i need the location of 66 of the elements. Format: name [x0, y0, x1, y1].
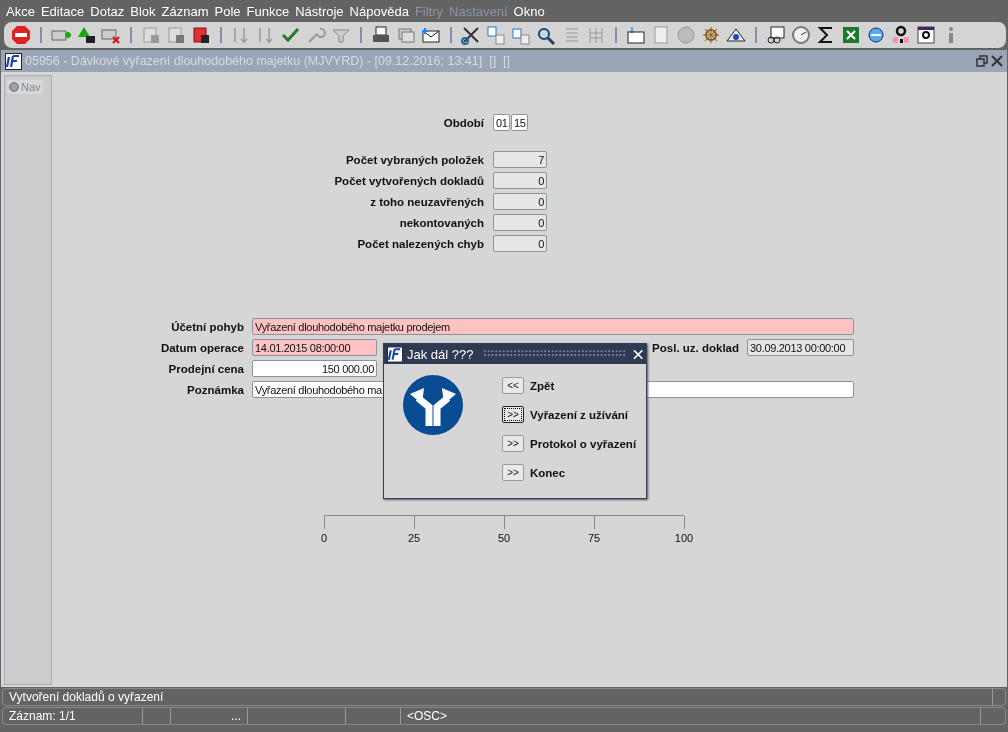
stat-field: 7 — [493, 151, 547, 168]
window-title: 05956 - Dávkové vyřazení dlouhodobého majetku (MJVYRD) - [09.12.2016; 13:41] [] [] — [25, 54, 511, 68]
input-field: 30.09.2013 00:00:00 — [747, 339, 854, 356]
envelope-icon[interactable] — [420, 25, 442, 45]
option-label[interactable]: Protokol o vyřazení — [530, 437, 637, 450]
menu-item[interactable]: Nástroje — [293, 3, 348, 19]
stat-label: Počet nalezených chyb — [356, 237, 484, 250]
input-field[interactable]: Vyřazení dlouhodobého majetku prodejem — [252, 318, 854, 335]
menu-item[interactable]: Záznam — [159, 3, 213, 19]
app-logo-icon — [387, 345, 403, 363]
field-label: Prodejní cena — [167, 362, 244, 375]
step-button[interactable]: << — [502, 377, 524, 394]
stat-field: 0 — [493, 235, 547, 252]
step-button[interactable]: >> — [502, 435, 524, 452]
checkmark-icon[interactable] — [280, 25, 302, 45]
exit-icon[interactable] — [10, 25, 32, 45]
stat-label: Počet vybraných položek — [344, 153, 484, 166]
radio-icon — [9, 82, 19, 92]
status-ellipsis: ... — [171, 708, 248, 724]
app-logo-icon — [5, 52, 22, 70]
option-label[interactable]: Vyřazení z užívání — [530, 408, 628, 421]
record-counter: Záznam: 1/1 — [3, 708, 143, 724]
road-sign-icon — [402, 374, 464, 436]
scale-label: 75 — [587, 532, 601, 544]
stat-field: 0 — [493, 172, 547, 189]
nav-label: Nav — [21, 81, 41, 93]
scale-label: 25 — [407, 532, 421, 544]
input-field[interactable]: 150 000.00 — [252, 360, 377, 377]
step-button[interactable]: >> — [502, 406, 524, 423]
dialog-title: Jak dál ??? — [407, 346, 474, 362]
stat-field: 0 — [493, 214, 547, 231]
field-label: Datum operace — [159, 341, 244, 354]
ship-wheel-icon[interactable] — [700, 25, 722, 45]
period-label: Období — [442, 116, 484, 129]
stat-label: nekontovaných — [398, 216, 484, 229]
menu-item[interactable]: Nápověda — [347, 3, 413, 19]
grip-icon — [483, 350, 625, 358]
menu-item[interactable]: Dotaz — [88, 3, 129, 19]
year-field[interactable]: 15 — [511, 114, 528, 131]
stat-label: z toho neuzavřených — [369, 195, 484, 208]
field-label: Poznámka — [186, 383, 244, 396]
option-label[interactable]: Konec — [530, 466, 566, 479]
magnifier-icon[interactable] — [535, 25, 557, 45]
restore-icon[interactable] — [976, 55, 988, 67]
input-field[interactable]: 14.01.2015 08:00:00 — [252, 339, 377, 356]
field-label: Účetní pohyb — [170, 320, 244, 333]
menu-item[interactable]: Editace — [38, 3, 89, 19]
status-mode: <OSC> — [401, 708, 981, 724]
option-label[interactable]: Zpět — [530, 379, 555, 392]
menu-item[interactable]: Pole — [212, 3, 245, 19]
menu-item[interactable]: Funkce — [244, 3, 294, 19]
menu-item[interactable]: Blok — [128, 3, 160, 19]
field-label: Posl. uz. doklad — [651, 341, 739, 354]
stat-label: Počet vytvořených dokladů — [333, 174, 484, 187]
scale-label: 100 — [674, 532, 694, 544]
month-field[interactable]: 01 — [493, 114, 510, 131]
scale-label: 0 — [320, 532, 328, 544]
printer-icon[interactable] — [370, 25, 392, 45]
spreadsheet-icon[interactable] — [840, 25, 862, 45]
status-message: Vytvoření dokladů o vyřazení — [3, 689, 993, 705]
menu-item[interactable]: Okno — [511, 3, 549, 19]
menu-item[interactable]: Akce — [4, 3, 39, 19]
scale-label: 50 — [497, 532, 511, 544]
stat-field: 0 — [493, 193, 547, 210]
step-button[interactable]: >> — [502, 464, 524, 481]
close-icon[interactable] — [991, 55, 1003, 67]
